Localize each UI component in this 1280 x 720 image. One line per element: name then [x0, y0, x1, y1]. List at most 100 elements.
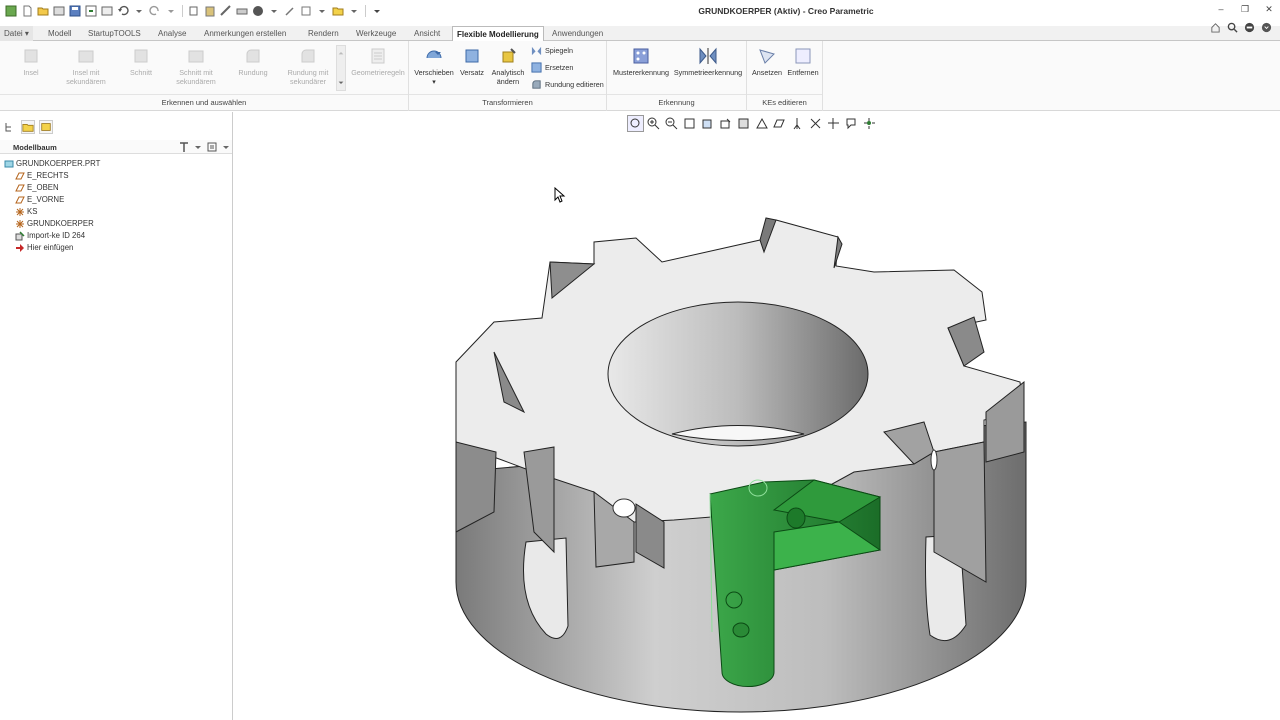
copy-icon[interactable]: [187, 4, 201, 18]
ansetzen-button[interactable]: Ansetzen: [749, 46, 785, 78]
chevron-down-icon[interactable]: [132, 4, 146, 18]
entfernen-button[interactable]: Entfernen: [785, 46, 821, 78]
tab-anwendungen[interactable]: Anwendungen: [548, 26, 607, 41]
rundung-icon: [246, 49, 260, 63]
group-label-erkennung: Erkennung: [607, 94, 746, 107]
tree-node-label: E_RECHTS: [27, 171, 69, 180]
schnitt-button[interactable]: Schnitt: [124, 46, 158, 78]
insel-button[interactable]: Insel: [14, 46, 48, 78]
paste-icon[interactable]: [203, 4, 217, 18]
zoom-in-icon[interactable]: [645, 115, 662, 132]
refit-icon[interactable]: [627, 115, 644, 132]
folder-browser-tab-icon[interactable]: [21, 120, 35, 134]
tree-node-label: GRUNDKOERPER: [27, 219, 94, 228]
geometrieregeln-button[interactable]: Geometrieregeln: [350, 46, 406, 78]
close-icon[interactable]: ✕: [1264, 4, 1274, 15]
app-logo-icon[interactable]: [4, 4, 18, 18]
datum-point-display-icon[interactable]: [807, 115, 824, 132]
tree-filter-icon[interactable]: [206, 141, 218, 153]
folder-icon[interactable]: [331, 4, 345, 18]
help-icon[interactable]: [1210, 22, 1221, 33]
coordinate-system-display-icon[interactable]: [825, 115, 842, 132]
tree-node-label: Import-ke ID 264: [27, 231, 86, 240]
repaint-icon[interactable]: [681, 115, 698, 132]
chevron-down-icon[interactable]: [164, 4, 178, 18]
undo-icon[interactable]: [116, 4, 130, 18]
highlighted-import-feature[interactable]: [709, 479, 882, 688]
search-icon[interactable]: [1227, 22, 1238, 33]
print-icon[interactable]: [235, 4, 249, 18]
tab-anmerkungen[interactable]: Anmerkungen erstellen: [200, 26, 290, 41]
in-graphics-toolbar: [627, 115, 878, 132]
measure-icon[interactable]: [219, 4, 233, 18]
tab-startuptools[interactable]: StartupTOOLS: [84, 26, 145, 41]
schnitt-mit-sekundaerem-button[interactable]: Schnitt mit sekundärem: [170, 46, 222, 86]
graphics-window[interactable]: [234, 112, 1280, 720]
symmetrieerkennung-button[interactable]: Symmetrieerkennung: [673, 46, 743, 78]
chevron-down-icon[interactable]: [220, 141, 232, 153]
view-manager-icon[interactable]: [735, 115, 752, 132]
tree-settings-icon[interactable]: [178, 141, 190, 153]
spiegeln-button[interactable]: Spiegeln: [531, 45, 573, 56]
customize-toolbar-icon[interactable]: [370, 4, 384, 18]
redo-icon[interactable]: [148, 4, 162, 18]
restore-icon[interactable]: ❐: [1240, 4, 1250, 15]
display-style-icon[interactable]: [251, 4, 265, 18]
insel-mit-sekundaerem-button[interactable]: Insel mit sekundärem: [60, 46, 112, 86]
display-style-icon[interactable]: [699, 115, 716, 132]
favorites-tab-icon[interactable]: [39, 120, 53, 134]
tree-node-ks[interactable]: KS: [15, 206, 100, 218]
tab-analyse[interactable]: Analyse: [154, 26, 190, 41]
settings-icon[interactable]: [1244, 22, 1255, 33]
perspective-icon[interactable]: [753, 115, 770, 132]
schnitt-sek-label-2: sekundärem: [176, 76, 216, 86]
chevron-down-icon[interactable]: [192, 141, 204, 153]
verschieben-button[interactable]: Verschieben ▾: [413, 46, 455, 86]
tree-node-e-rechts[interactable]: E_RECHTS: [15, 170, 100, 182]
tree-node-part[interactable]: GRUNDKOERPER.PRT: [4, 158, 100, 170]
tab-ansicht[interactable]: Ansicht: [410, 26, 444, 41]
versatz-button[interactable]: Versatz: [457, 46, 487, 78]
chevron-down-icon[interactable]: [267, 4, 281, 18]
mustererkennung-button[interactable]: Mustererkennung: [610, 46, 672, 78]
tab-rendern[interactable]: Rendern: [304, 26, 343, 41]
tab-flexible-modellierung[interactable]: Flexible Modellierung: [452, 26, 544, 42]
save-icon[interactable]: [68, 4, 82, 18]
group-scroll[interactable]: [336, 45, 346, 91]
tree-node-hier-einfuegen[interactable]: Hier einfügen: [15, 242, 100, 254]
tree-node-label: E_OBEN: [27, 183, 59, 192]
tree-node-e-oben[interactable]: E_OBEN: [15, 182, 100, 194]
tree-node-e-vorne[interactable]: E_VORNE: [15, 194, 100, 206]
rundung-mit-sekundaerer-button[interactable]: Rundung mit sekundärer: [282, 46, 334, 86]
part-grundkoerper[interactable]: [455, 217, 1027, 713]
datum-display-icon[interactable]: [299, 4, 313, 18]
expand-icon[interactable]: [1261, 22, 1272, 33]
saved-views-icon[interactable]: [717, 115, 734, 132]
rundung-button[interactable]: Rundung: [234, 46, 272, 78]
analytisch-aendern-button[interactable]: Analytisch ändern: [489, 46, 527, 86]
annotation-display-icon[interactable]: [843, 115, 860, 132]
open-folder-icon[interactable]: [36, 4, 50, 18]
chevron-down-icon: ▾: [432, 76, 436, 86]
ersetzen-button[interactable]: Ersetzen: [531, 62, 573, 73]
tree-node-grundkoerper[interactable]: GRUNDKOERPER: [15, 218, 100, 230]
tab-werkzeuge[interactable]: Werkzeuge: [352, 26, 400, 41]
windows-icon[interactable]: [100, 4, 114, 18]
datum-plane-display-icon[interactable]: [771, 115, 788, 132]
rundung-editieren-button[interactable]: Rundung editieren: [531, 79, 604, 90]
open-session-icon[interactable]: [52, 4, 66, 18]
datum-axis-display-icon[interactable]: [789, 115, 806, 132]
tab-datei[interactable]: Datei ▾: [0, 26, 33, 41]
zoom-out-icon[interactable]: [663, 115, 680, 132]
tree-node-import-ke[interactable]: Import-ke ID 264: [15, 230, 100, 242]
new-file-icon[interactable]: [20, 4, 34, 18]
chevron-down-icon[interactable]: [347, 4, 361, 18]
spin-center-icon[interactable]: [861, 115, 878, 132]
tab-modell[interactable]: Modell: [44, 26, 76, 41]
model-tree-tab-icon[interactable]: [3, 120, 17, 134]
rundung-sek-label-2: sekundärer: [290, 76, 326, 86]
regenerate-icon[interactable]: [84, 4, 98, 18]
chevron-down-icon[interactable]: [315, 4, 329, 18]
sketch-icon[interactable]: [283, 4, 297, 18]
minimize-icon[interactable]: –: [1216, 4, 1226, 15]
